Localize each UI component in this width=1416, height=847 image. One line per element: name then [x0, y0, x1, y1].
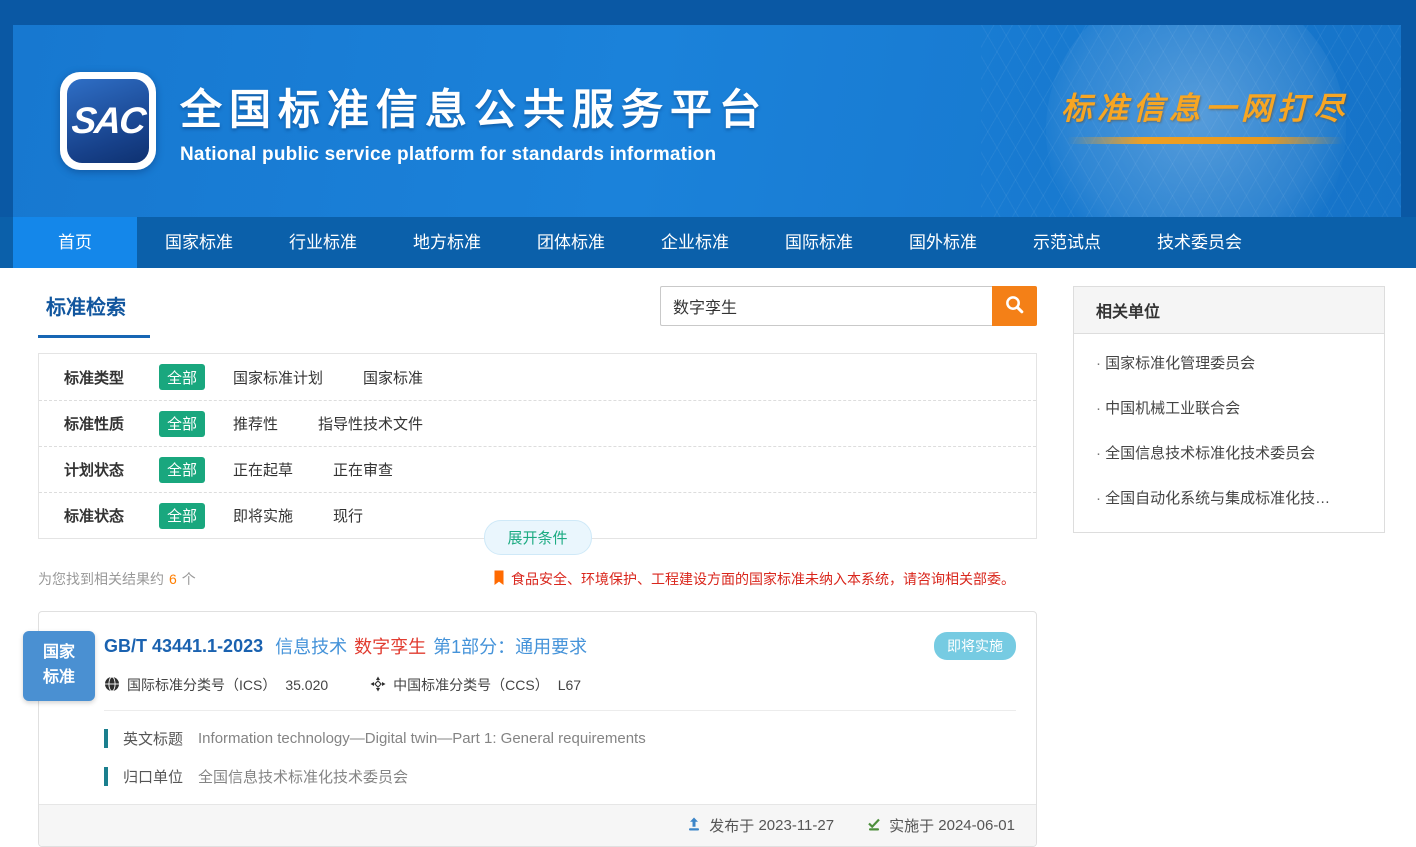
implemented-date-item: 实施于 2024-06-01 — [866, 815, 1015, 836]
related-unit-link[interactable]: 国家标准化管理委员会 — [1096, 340, 1370, 385]
standard-title-highlight[interactable]: 数字孪生 — [354, 633, 426, 659]
related-unit-link[interactable]: 全国信息技术标准化技术委员会 — [1096, 430, 1370, 475]
filter-all-button[interactable]: 全部 — [159, 503, 205, 529]
banner: SAC 全国标准信息公共服务平台 National public service… — [13, 25, 1401, 217]
filter-option[interactable]: 推荐性 — [233, 413, 278, 434]
filter-all-button[interactable]: 全部 — [159, 457, 205, 483]
national-standard-badge[interactable]: 国家 标准 — [23, 631, 95, 701]
nav-item-industry-standards[interactable]: 行业标准 — [261, 217, 385, 268]
filter-option[interactable]: 即将实施 — [233, 505, 293, 526]
ics-value: 35.020 — [285, 677, 328, 693]
system-notice: 食品安全、环境保护、工程建设方面的国家标准未纳入本系统，请咨询相关部委。 — [493, 569, 1015, 589]
check-icon — [866, 816, 889, 836]
department-row: 归口单位 全国信息技术标准化技术委员会 — [104, 766, 1016, 787]
nav-item-local-standards[interactable]: 地方标准 — [385, 217, 509, 268]
filter-label: 标准类型 — [64, 367, 159, 388]
standard-code-link[interactable]: GB/T 43441.1-2023 — [104, 636, 263, 657]
search-bar — [660, 286, 1037, 326]
filter-panel: 标准类型 全部 国家标准计划 国家标准 标准性质 全部 推荐性 指导性技术文件 … — [38, 353, 1037, 539]
related-unit-link[interactable]: 中国机械工业联合会 — [1096, 385, 1370, 430]
content-area: 标准检索 标准类型 全部 国家标准计划 国家标准 — [0, 268, 1416, 847]
status-badge: 即将实施 — [934, 632, 1016, 660]
related-units-panel: 相关单位 国家标准化管理委员会 中国机械工业联合会 全国信息技术标准化技术委员会… — [1073, 286, 1385, 533]
ics-classification: 国际标准分类号（ICS） 35.020 — [104, 675, 328, 695]
ccs-value: L67 — [558, 677, 581, 693]
filter-option[interactable]: 正在起草 — [233, 459, 293, 480]
card-footer: 发布于 2023-11-27 实施于 2024-06-01 — [39, 804, 1036, 846]
slogan-text: 标准信息一网打尽 — [1061, 83, 1349, 128]
sac-logo: SAC — [60, 72, 156, 170]
search-input[interactable] — [660, 286, 992, 326]
filter-option[interactable]: 正在审查 — [333, 459, 393, 480]
site-title: 全国标准信息公共服务平台 — [180, 76, 768, 137]
filter-option[interactable]: 指导性技术文件 — [318, 413, 423, 434]
nav-item-foreign-standards[interactable]: 国外标准 — [881, 217, 1005, 268]
nav-item-pilot[interactable]: 示范试点 — [1005, 217, 1129, 268]
divider — [104, 710, 1016, 711]
implemented-label: 实施于 — [889, 815, 934, 836]
department-value: 全国信息技术标准化技术委员会 — [198, 766, 408, 787]
expand-conditions-button[interactable]: 展开条件 — [483, 520, 591, 555]
filter-all-button[interactable]: 全部 — [159, 411, 205, 437]
results-count: 6 — [169, 571, 177, 587]
sac-logo-text: SAC — [70, 100, 147, 142]
ics-label: 国际标准分类号（ICS） — [127, 675, 276, 695]
filter-label: 标准性质 — [64, 413, 159, 434]
bookmark-icon — [493, 570, 511, 589]
standard-title-part[interactable]: 第1部分：通用要求 — [433, 633, 587, 659]
banner-slogan: 标准信息一网打尽 — [1061, 83, 1349, 144]
site-subtitle: National public service platform for sta… — [180, 144, 768, 166]
notice-text: 食品安全、环境保护、工程建设方面的国家标准未纳入本系统，请咨询相关部委。 — [511, 569, 1015, 589]
filter-row-standard-type: 标准类型 全部 国家标准计划 国家标准 — [39, 354, 1036, 400]
page-header: SAC 全国标准信息公共服务平台 National public service… — [0, 0, 1416, 217]
filter-option[interactable]: 国家标准计划 — [233, 367, 323, 388]
nav-item-national-standards[interactable]: 国家标准 — [137, 217, 261, 268]
nav-item-enterprise-standards[interactable]: 企业标准 — [633, 217, 757, 268]
search-button[interactable] — [992, 286, 1037, 326]
compass-icon — [370, 676, 393, 695]
row-accent-bar — [104, 729, 108, 748]
result-card: 国家 标准 GB/T 43441.1-2023 信息技术 数字孪生 第1部分：通… — [38, 611, 1037, 847]
nav-item-international-standards[interactable]: 国际标准 — [757, 217, 881, 268]
nav-item-group-standards[interactable]: 团体标准 — [509, 217, 633, 268]
english-title-label: 英文标题 — [123, 728, 183, 749]
magnifier-icon — [1004, 294, 1025, 318]
english-title-row: 英文标题 Information technology—Digital twin… — [104, 728, 1016, 749]
slogan-underline — [1067, 137, 1343, 144]
main-nav: 首页 国家标准 行业标准 地方标准 团体标准 企业标准 国际标准 国外标准 示范… — [0, 217, 1416, 268]
filter-label: 标准状态 — [64, 505, 159, 526]
section-title-standard-search: 标准检索 — [38, 291, 150, 338]
related-units-title: 相关单位 — [1074, 287, 1384, 334]
ccs-label: 中国标准分类号（CCS） — [393, 675, 549, 695]
nav-item-technical-committee[interactable]: 技术委员会 — [1129, 217, 1270, 268]
standard-title-part[interactable]: 信息技术 — [275, 633, 347, 659]
related-unit-link[interactable]: 全国自动化系统与集成标准化技… — [1096, 475, 1370, 520]
filter-row-standard-nature: 标准性质 全部 推荐性 指导性技术文件 — [39, 400, 1036, 446]
implemented-date: 2024-06-01 — [938, 817, 1015, 834]
filter-all-button[interactable]: 全部 — [159, 364, 205, 390]
department-label: 归口单位 — [123, 766, 183, 787]
row-accent-bar — [104, 767, 108, 786]
upload-icon — [686, 816, 709, 836]
nav-item-home[interactable]: 首页 — [13, 217, 137, 268]
english-title-value: Information technology—Digital twin—Part… — [198, 730, 646, 747]
published-date: 2023-11-27 — [758, 817, 834, 834]
results-summary: 为您找到相关结果约6个 — [38, 569, 196, 589]
filter-label: 计划状态 — [64, 459, 159, 480]
filter-row-plan-status: 计划状态 全部 正在起草 正在审查 — [39, 446, 1036, 492]
globe-icon — [104, 676, 127, 695]
ccs-classification: 中国标准分类号（CCS） L67 — [370, 675, 581, 695]
published-date-item: 发布于 2023-11-27 — [686, 815, 834, 836]
filter-option[interactable]: 国家标准 — [363, 367, 423, 388]
filter-option[interactable]: 现行 — [333, 505, 363, 526]
published-label: 发布于 — [709, 815, 754, 836]
